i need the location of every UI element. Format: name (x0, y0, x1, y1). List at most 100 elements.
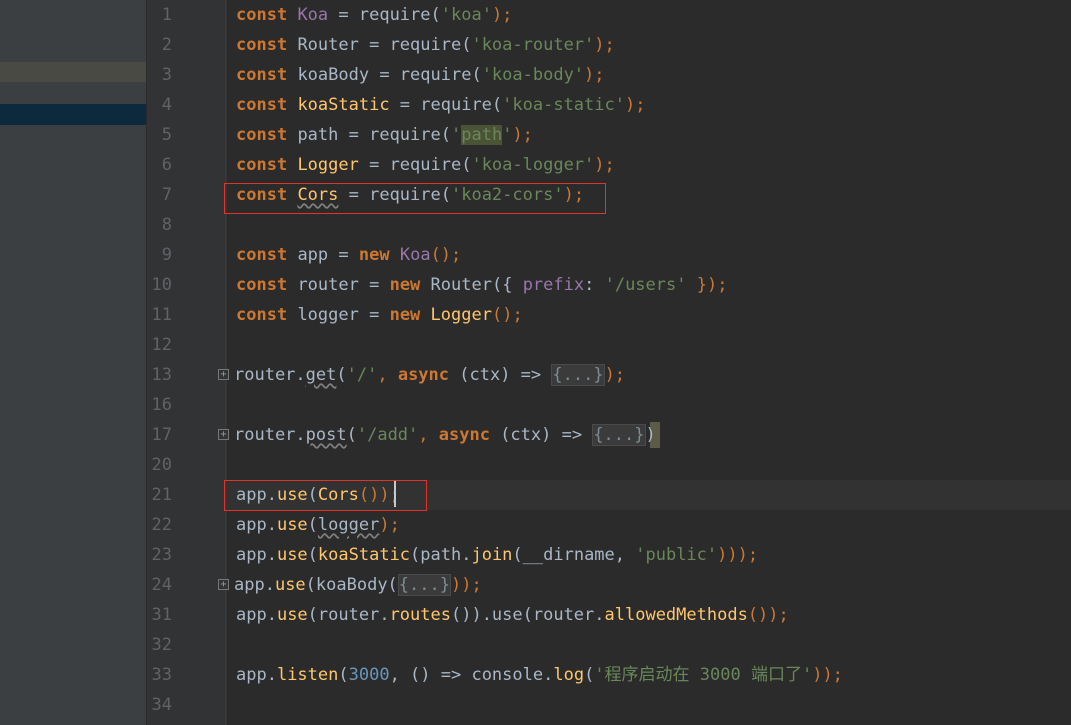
punctuation: ); (594, 35, 615, 55)
code-text: (router. (307, 605, 390, 625)
keyword: async (438, 425, 490, 445)
property-name: prefix (522, 275, 585, 295)
code-line-17[interactable]: router.post('/add', async (ctx) => {...}… (234, 420, 656, 450)
keyword: const (236, 5, 288, 25)
line-number: 2 (161, 35, 172, 55)
folded-code-block[interactable]: {...} (397, 574, 451, 596)
punctuation: ); (594, 155, 615, 175)
sidebar-item-highlighted[interactable] (0, 62, 146, 82)
keyword-new: new (389, 305, 421, 325)
punctuation: )); (450, 575, 482, 595)
project-sidebar[interactable] (0, 0, 146, 725)
argument: logger (317, 515, 380, 535)
code-text: = require( (358, 155, 472, 175)
identifier: path (297, 125, 339, 145)
folded-code-block[interactable]: {...} (551, 364, 605, 386)
code-text: : (584, 275, 605, 295)
code-line-31[interactable]: app.use(router.routes()).use(router.allo… (236, 600, 789, 630)
punctuation: , (377, 365, 398, 385)
line-number: 34 (151, 695, 172, 715)
method-name: use (276, 515, 308, 535)
punctuation: ) (645, 425, 656, 445)
code-text: (path. (410, 545, 472, 565)
keyword: const (236, 35, 288, 55)
line-number: 8 (161, 215, 172, 235)
keyword: const (236, 245, 288, 265)
code-text: (__dirname, (512, 545, 636, 565)
code-line-4[interactable]: const koaStatic = require('koa-static'); (236, 90, 645, 120)
line-number: 16 (151, 395, 172, 415)
annotation-box-cors-use (224, 480, 427, 511)
code-text: = require( (338, 125, 451, 145)
string-literal: 'koa-logger' (471, 155, 595, 175)
code-text: ( (346, 425, 357, 445)
identifier: app (297, 245, 329, 265)
punctuation: ); (512, 125, 533, 145)
string-literal: 'koa-body' (481, 65, 585, 85)
fold-toggle-icon[interactable]: + (218, 429, 229, 440)
code-line-23[interactable]: app.use(koaStatic(path.join(__dirname, '… (236, 540, 758, 570)
code-line-6[interactable]: const Logger = require('koa-logger'); (236, 150, 615, 180)
code-line-3[interactable]: const koaBody = require('koa-body'); (236, 60, 605, 90)
line-number: 23 (151, 545, 172, 565)
punctuation: ); (491, 5, 513, 25)
string-literal: '/users' (604, 275, 687, 295)
method-name: post (305, 425, 347, 445)
method-name: log (553, 665, 585, 685)
string-literal: '/' (346, 365, 378, 385)
object-name: router. (234, 365, 306, 385)
line-number: 24 (151, 575, 172, 595)
code-line-33[interactable]: app.listen(3000, () => console.log('程序启动… (236, 660, 843, 690)
fold-toggle-icon[interactable]: + (218, 369, 229, 380)
identifier: router (297, 275, 359, 295)
punctuation: ); (624, 95, 646, 115)
punctuation: ); (379, 515, 400, 535)
code-line-10[interactable]: const router = new Router({ prefix: '/us… (236, 270, 727, 300)
punctuation: ))); (717, 545, 759, 565)
identifier: koaBody (297, 65, 370, 85)
keyword-new: new (389, 275, 421, 295)
code-line-11[interactable]: const logger = new Logger(); (236, 300, 523, 330)
code-line-1[interactable]: const Koa = require('koa'); (236, 0, 512, 30)
code-text: ( (338, 665, 349, 685)
line-number: 10 (151, 275, 172, 295)
sidebar-item-selected[interactable] (0, 104, 146, 125)
line-number: 21 (151, 485, 172, 505)
code-line-24[interactable]: app.use(koaBody({...})); (234, 570, 482, 600)
folded-code-block[interactable]: {...} (592, 424, 646, 446)
string-quote: ' (502, 125, 513, 145)
punctuation: )); (812, 665, 843, 685)
method-name: join (471, 545, 513, 565)
fold-toggle-icon[interactable]: + (218, 579, 229, 590)
line-number: 33 (151, 665, 172, 685)
class-name: Router (430, 275, 492, 295)
line-number: 22 (151, 515, 172, 535)
keyword: const (236, 275, 288, 295)
method-name: routes (389, 605, 451, 625)
code-line-13[interactable]: router.get('/', async (ctx) => {...}); (234, 360, 625, 390)
code-text: = (328, 245, 359, 265)
punctuation: ()); (747, 605, 789, 625)
punctuation: (); (491, 305, 523, 325)
string-literal-highlighted: path (461, 125, 503, 145)
line-number: 1 (161, 5, 172, 25)
line-number: 11 (151, 305, 172, 325)
string-quote: ' (450, 125, 462, 145)
method-name: get (305, 365, 337, 385)
keyword: const (236, 65, 288, 85)
keyword: const (236, 125, 288, 145)
string-literal: 'koa-static' (502, 95, 625, 115)
code-text: ()).use(router. (450, 605, 605, 625)
code-line-9[interactable]: const app = new Koa(); (236, 240, 461, 270)
string-literal: '程序启动在 3000 端口了' (594, 665, 813, 685)
keyword: const (236, 95, 288, 115)
identifier: koaStatic (297, 95, 390, 115)
code-text: (ctx) => (489, 425, 593, 445)
identifier: logger (297, 305, 359, 325)
code-line-5[interactable]: const path = require('path'); (236, 120, 533, 150)
code-line-22[interactable]: app.use(logger); (236, 510, 400, 540)
line-number: 20 (151, 455, 172, 475)
method-name: allowedMethods (604, 605, 748, 625)
code-text: ( (307, 515, 318, 535)
code-line-2[interactable]: const Router = require('koa-router'); (236, 30, 615, 60)
